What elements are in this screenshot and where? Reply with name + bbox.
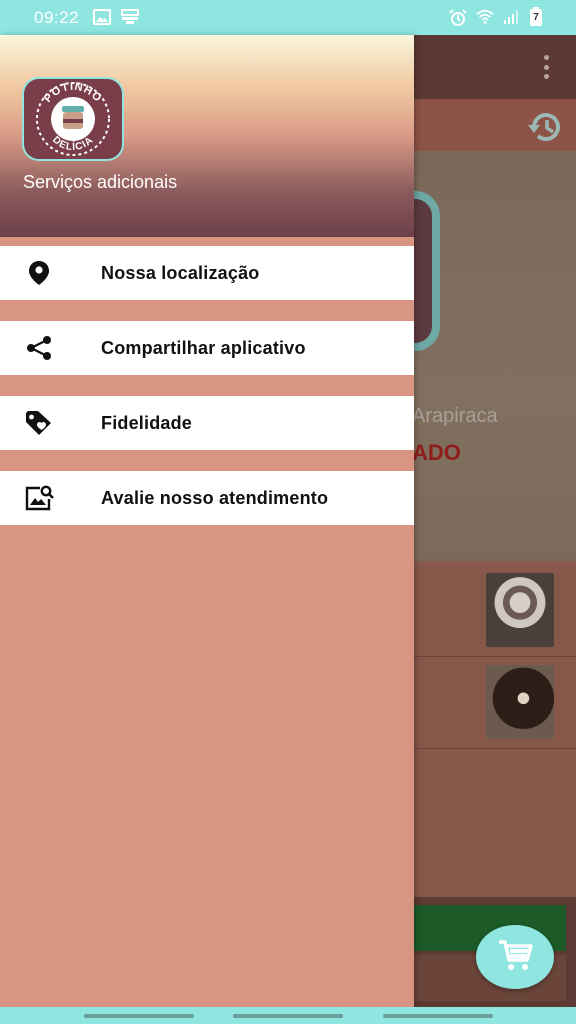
history-icon[interactable] (526, 107, 566, 147)
product-thumbnail (486, 573, 554, 647)
menu-item-label: Fidelidade (101, 412, 193, 433)
status-time: 09:22 (34, 7, 80, 27)
background-status-text: ADO (412, 440, 461, 465)
navigation-drawer: POTINHO DELÍCIA Serviços adicionais Noss… (0, 35, 414, 1007)
status-left-icons (93, 8, 140, 27)
cast-icon (121, 8, 140, 27)
menu-item-location[interactable]: Nossa localização (0, 246, 414, 300)
image-search-icon (24, 483, 54, 513)
menu-item-label: Nossa localização (101, 262, 260, 283)
more-vert-icon[interactable] (544, 55, 550, 79)
signal-icon (503, 9, 521, 27)
drawer-header-title: Serviços adicionais (23, 172, 178, 192)
share-icon (24, 333, 54, 363)
wifi-icon (476, 9, 494, 27)
menu-item-label: Avalie nosso atendimento (101, 487, 329, 508)
nav-recents-handle[interactable] (84, 1014, 194, 1018)
tag-icon (24, 408, 54, 438)
status-bar: 09:22 7 (0, 0, 576, 35)
product-thumbnail (486, 665, 554, 739)
image-icon (93, 8, 112, 27)
nav-back-handle[interactable] (383, 1014, 493, 1018)
background-city-text: Arapiraca (412, 405, 498, 427)
menu-item-label: Compartilhar aplicativo (101, 337, 306, 358)
system-navigation-bar (0, 1007, 576, 1024)
nav-home-handle[interactable] (233, 1014, 343, 1018)
location-pin-icon (24, 258, 54, 288)
cart-icon (497, 938, 533, 977)
menu-item-loyalty[interactable]: Fidelidade (0, 396, 414, 450)
brand-logo: POTINHO DELÍCIA (22, 77, 124, 161)
battery-level: 7 (533, 12, 539, 23)
cart-button[interactable] (476, 925, 554, 989)
menu-item-rate-service[interactable]: Avalie nosso atendimento (0, 471, 414, 525)
status-right-icons: 7 (449, 7, 542, 27)
drawer-header: POTINHO DELÍCIA Serviços adicionais (0, 35, 414, 237)
alarm-icon (449, 8, 467, 27)
menu-item-share-app[interactable]: Compartilhar aplicativo (0, 321, 414, 375)
battery-icon: 7 (530, 7, 542, 26)
